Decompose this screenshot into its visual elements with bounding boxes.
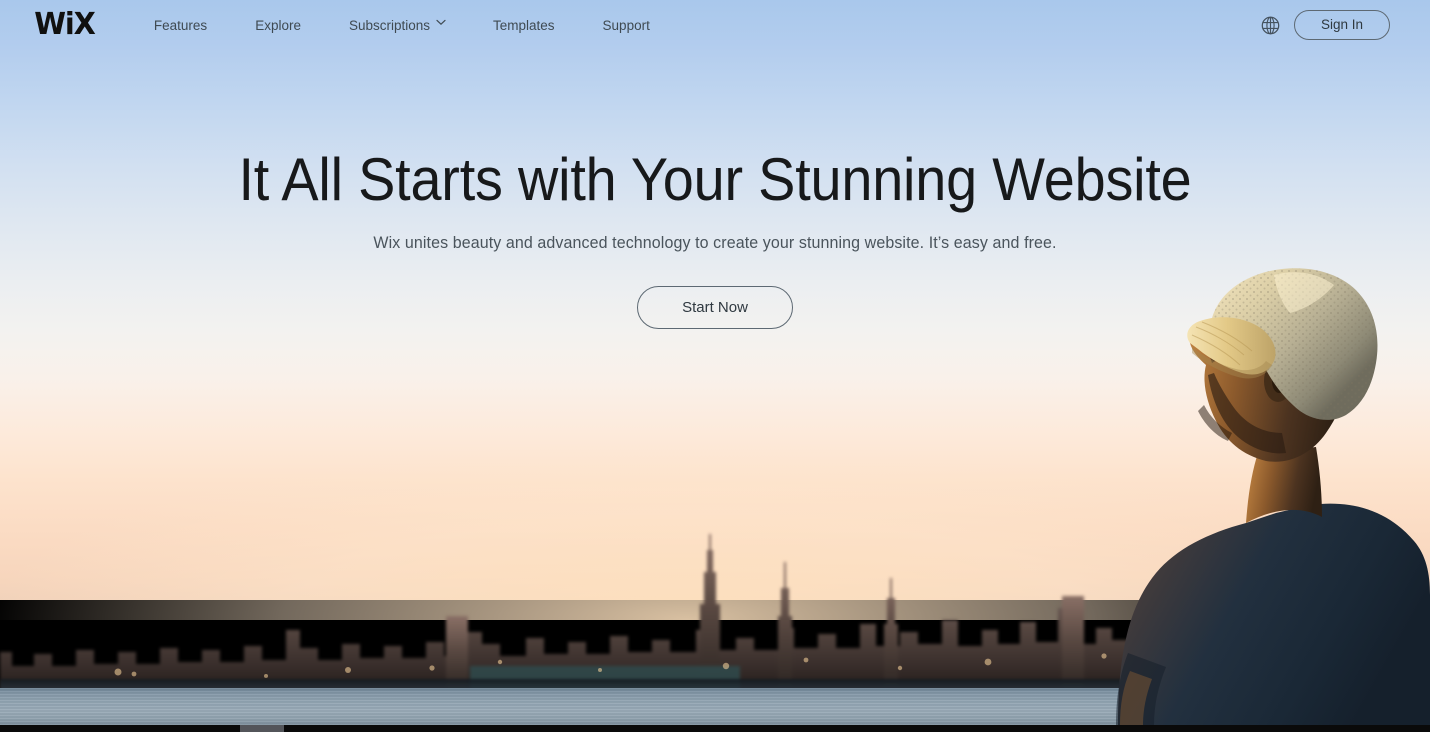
horizontal-scrollbar-thumb[interactable] — [240, 725, 284, 732]
page-title: It All Starts with Your Stunning Website — [238, 146, 1192, 213]
hero-subtitle: Wix unites beauty and advanced technolog… — [373, 233, 1057, 252]
nav-label: Support — [602, 17, 650, 33]
start-now-button[interactable]: Start Now — [637, 285, 793, 329]
chevron-down-icon — [436, 19, 446, 28]
nav-item-features[interactable]: Features — [141, 18, 220, 33]
site-header: WiX Features Explore Subscriptions Templ… — [0, 0, 1430, 50]
nav-item-support[interactable]: Support — [590, 18, 663, 33]
nav-item-explore[interactable]: Explore — [242, 18, 314, 33]
hero-background-photo — [0, 0, 1430, 725]
nav-label: Explore — [255, 17, 301, 33]
nav-item-templates[interactable]: Templates — [480, 18, 568, 33]
nav-label: Features — [153, 17, 208, 33]
horizontal-scrollbar-track[interactable] — [0, 725, 1430, 732]
wix-logo[interactable]: WiX — [34, 10, 96, 40]
page-root: WiX Features Explore Subscriptions Templ… — [0, 0, 1430, 732]
nav-label: Templates — [493, 17, 555, 33]
main-navigation: Features Explore Subscriptions Templates… — [130, 18, 674, 33]
globe-icon[interactable] — [1261, 16, 1280, 35]
cta-container: Start Now — [0, 285, 1430, 329]
nav-label: Subscriptions — [348, 17, 431, 33]
nav-item-subscriptions[interactable]: Subscriptions — [336, 18, 458, 33]
hero-section: It All Starts with Your Stunning Website… — [0, 148, 1430, 329]
header-actions: Sign In — [1261, 9, 1390, 41]
sign-in-button[interactable]: Sign In — [1293, 9, 1390, 41]
